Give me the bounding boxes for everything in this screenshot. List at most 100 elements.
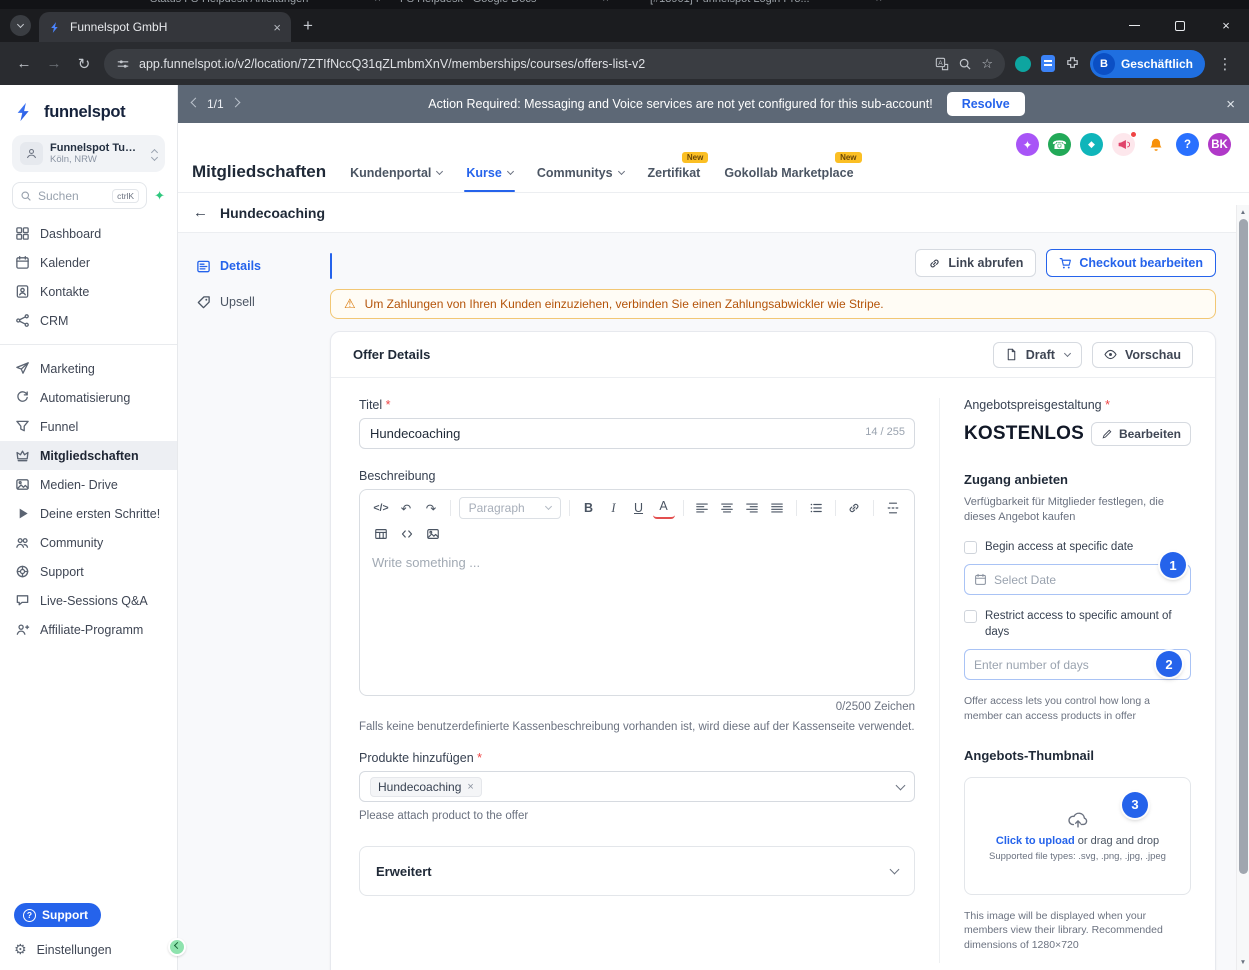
extensions-puzzle-icon[interactable]	[1065, 56, 1080, 71]
tab-communitys[interactable]: Communitys	[537, 166, 625, 192]
edit-price-button[interactable]: Bearbeiten	[1090, 422, 1191, 446]
chip-remove-icon[interactable]: ×	[467, 781, 473, 793]
status-dropdown[interactable]: Draft	[992, 341, 1082, 368]
window-close-button[interactable]: ×	[1203, 9, 1249, 42]
sidebar-search-input[interactable]: Suchen ctrlK	[12, 182, 148, 209]
underline-icon[interactable]: U	[628, 497, 650, 519]
source-code-icon[interactable]: </>	[370, 497, 392, 519]
text-color-icon[interactable]: A	[652, 497, 675, 519]
maximize-button[interactable]	[1157, 9, 1203, 42]
account-switcher[interactable]: Funnelspot Tutoria... Köln, NRW	[12, 135, 165, 172]
insert-image-icon[interactable]	[422, 523, 444, 545]
help-circle-icon[interactable]: ?	[1176, 133, 1199, 156]
banner-close-icon[interactable]: ×	[1226, 96, 1235, 113]
sidebar-item-funnel[interactable]: Funnel	[0, 412, 177, 441]
sidebar-item-support[interactable]: Support	[0, 557, 177, 586]
tab-search-button[interactable]	[10, 15, 31, 36]
get-link-button[interactable]: Link abrufen	[915, 249, 1037, 277]
extension-docs-icon[interactable]	[1040, 55, 1055, 72]
thumbnail-upload-dropzone[interactable]: Click to upload or drag and drop Support…	[964, 776, 1191, 895]
ai-spark-icon[interactable]: ✦	[154, 188, 165, 204]
phone-icon[interactable]: ☎	[1048, 133, 1071, 156]
notifications-bell-icon[interactable]	[1144, 133, 1167, 156]
begin-access-option[interactable]: Begin access at specific date	[964, 540, 1191, 556]
sidebar-item-marketing[interactable]: Marketing	[0, 354, 177, 383]
insert-link-icon[interactable]	[843, 497, 865, 519]
sidebar-item-medien-drive[interactable]: Medien- Drive	[0, 470, 177, 499]
tab-zertifikat[interactable]: Zertifikat New	[648, 152, 709, 192]
settings-button[interactable]: ⚙ Einstellungen	[14, 941, 163, 958]
browser-tab[interactable]: Funnelspot GmbH ×	[39, 12, 291, 42]
sidebar-item-automatisierung[interactable]: Automatisierung	[0, 383, 177, 412]
code-block-icon[interactable]	[396, 523, 418, 545]
bookmark-star-icon[interactable]: ☆	[981, 56, 993, 72]
access-days-input[interactable]	[974, 657, 1181, 672]
restrict-access-checkbox[interactable]	[964, 610, 977, 624]
sidebar-item-kontakte[interactable]: Kontakte	[0, 277, 177, 306]
click-to-upload-link[interactable]: Click to upload	[996, 835, 1075, 847]
sidebar-item-dashboard[interactable]: Dashboard	[0, 219, 177, 248]
scroll-down-icon[interactable]: ▼	[1240, 957, 1246, 968]
scrollbar-thumb[interactable]	[1238, 219, 1248, 874]
sidebar-item-community[interactable]: Community	[0, 528, 177, 557]
site-settings-icon[interactable]	[116, 57, 130, 71]
sidebar-item-erste-schritte[interactable]: Deine ersten Schritte!	[0, 499, 177, 528]
begin-access-checkbox[interactable]	[964, 540, 977, 554]
sidebar-item-kalender[interactable]: Kalender	[0, 248, 177, 277]
title-input[interactable]	[359, 418, 915, 449]
tab-kurse[interactable]: Kurse	[464, 166, 516, 192]
forward-button[interactable]: →	[44, 55, 64, 72]
undo-icon[interactable]: ↶	[395, 497, 417, 519]
support-button[interactable]: ? Support	[14, 903, 101, 927]
access-days-field[interactable]: 2	[964, 649, 1191, 681]
reload-button[interactable]: ↻	[74, 55, 94, 73]
minimize-button[interactable]	[1111, 9, 1157, 42]
user-avatar[interactable]: BK	[1208, 133, 1231, 156]
announcements-icon[interactable]	[1112, 131, 1137, 156]
access-date-field[interactable]: 1	[964, 552, 1191, 596]
browser-menu-icon[interactable]: ⋮	[1215, 55, 1235, 73]
edit-checkout-button[interactable]: Checkout bearbeiten	[1046, 249, 1216, 277]
rail-item-upsell[interactable]: Upsell	[188, 287, 330, 317]
align-justify-icon[interactable]	[766, 497, 788, 519]
sidebar-item-affiliate[interactable]: Affiliate-Programm	[0, 615, 177, 644]
search-lens-icon[interactable]	[958, 57, 972, 71]
sidebar-item-mitgliedschaften[interactable]: Mitgliedschaften	[0, 441, 177, 470]
align-right-icon[interactable]	[741, 497, 763, 519]
address-bar[interactable]: app.funnelspot.io/v2/location/7ZTIfNccQ3…	[104, 48, 1005, 79]
description-editor-content[interactable]: Write something ...	[360, 545, 914, 695]
tab-kundenportal[interactable]: Kundenportal	[350, 166, 444, 192]
ai-assistant-icon[interactable]: ✦	[1016, 133, 1039, 156]
back-button[interactable]: ←	[14, 55, 34, 72]
resolve-button[interactable]: Resolve	[946, 92, 1025, 116]
sidebar-collapse-toggle[interactable]	[168, 938, 186, 956]
bold-icon[interactable]: B	[578, 497, 600, 519]
new-tab-button[interactable]: +	[303, 16, 313, 36]
tab-close-icon[interactable]: ×	[273, 20, 281, 35]
insert-table-icon[interactable]	[370, 523, 392, 545]
back-arrow-icon[interactable]: ←	[193, 204, 208, 221]
rail-item-details[interactable]: Details	[188, 251, 332, 281]
advanced-section-toggle[interactable]: Erweitert	[359, 846, 915, 896]
redo-icon[interactable]: ↷	[420, 497, 442, 519]
preview-button[interactable]: Vorschau	[1091, 341, 1193, 368]
description-editor[interactable]: </> ↶ ↷ Paragraph B I U A Write somethin…	[359, 489, 915, 696]
page-break-icon[interactable]	[882, 497, 904, 519]
tab-gokollab-marketplace[interactable]: Gokollab Marketplace New	[724, 152, 862, 192]
translate-icon[interactable]: A	[935, 57, 949, 71]
sidebar-item-live-sessions[interactable]: Live-Sessions Q&A	[0, 586, 177, 615]
browser-profile-chip[interactable]: B Geschäftlich	[1089, 49, 1205, 78]
italic-icon[interactable]: I	[603, 497, 625, 519]
extension-icon[interactable]	[1014, 55, 1031, 72]
align-center-icon[interactable]	[716, 497, 738, 519]
pager-prev-icon[interactable]	[190, 97, 201, 108]
page-scrollbar[interactable]: ▲ ▼	[1236, 205, 1249, 970]
access-date-input[interactable]	[994, 572, 1181, 587]
paragraph-style-select[interactable]: Paragraph	[458, 497, 561, 519]
sidebar-item-crm[interactable]: CRM	[0, 306, 177, 335]
bullet-list-icon[interactable]	[805, 497, 827, 519]
restrict-access-option[interactable]: Restrict access to specific amount of da…	[964, 609, 1191, 640]
scroll-up-icon[interactable]: ▲	[1240, 207, 1246, 218]
products-select[interactable]: Hundecoaching ×	[359, 771, 915, 802]
url-text[interactable]: app.funnelspot.io/v2/location/7ZTIfNccQ3…	[139, 57, 926, 71]
